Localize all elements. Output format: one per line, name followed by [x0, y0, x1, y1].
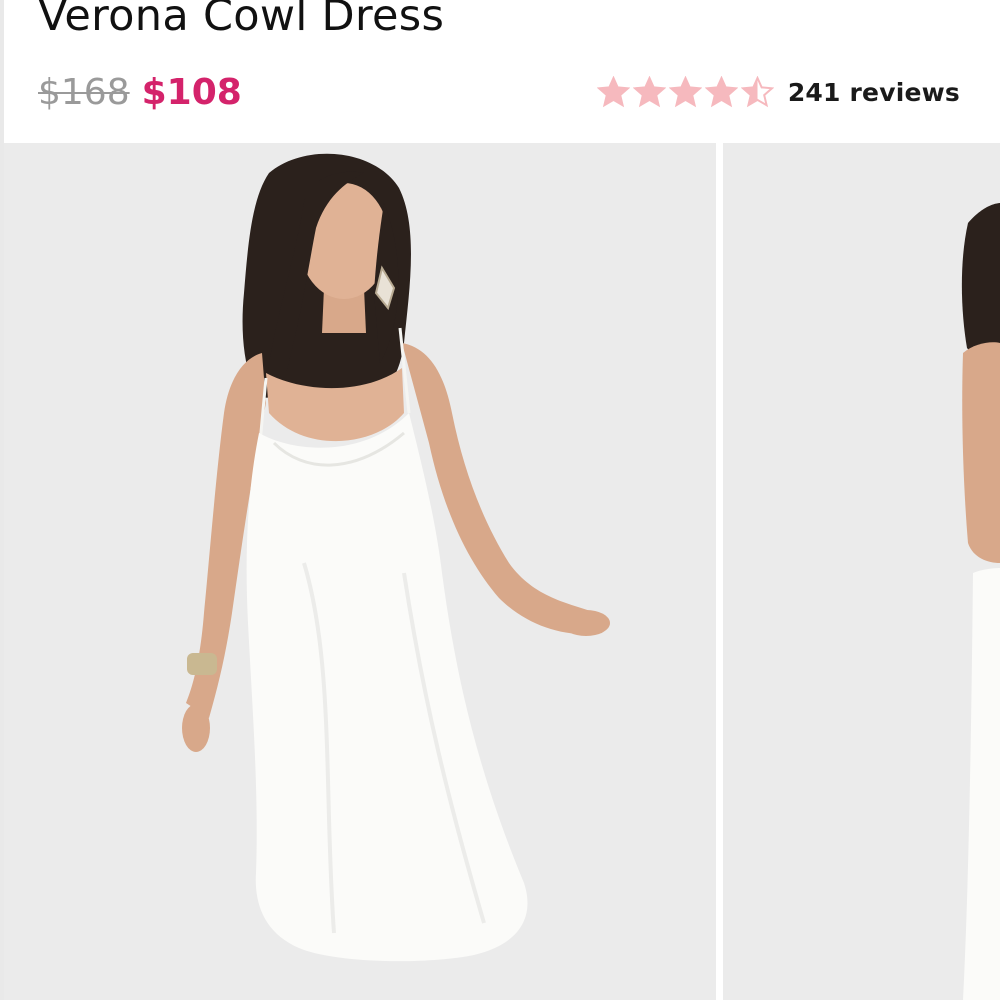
- product-header: Verona Cowl Dress $168 $108 241 reviews: [0, 0, 1000, 143]
- model-side-photo: [723, 143, 1000, 1000]
- product-image-gallery[interactable]: [4, 143, 1000, 1000]
- model-front-photo: [4, 143, 716, 1000]
- product-image-next[interactable]: [723, 143, 1000, 1000]
- reviews-link[interactable]: 241 reviews: [788, 78, 960, 107]
- rating-summary[interactable]: 241 reviews: [596, 72, 960, 112]
- product-title: Verona Cowl Dress: [38, 0, 445, 41]
- star-rating[interactable]: [596, 76, 774, 108]
- product-page: Verona Cowl Dress $168 $108 241 reviews: [0, 0, 1000, 1000]
- star-icon: [596, 76, 630, 108]
- price-block: $168 $108: [38, 68, 242, 116]
- original-price: $168: [38, 71, 130, 113]
- sale-price: $108: [141, 71, 242, 113]
- star-icon: [704, 76, 738, 108]
- star-icon: [668, 76, 702, 108]
- product-image-main[interactable]: [4, 143, 716, 1000]
- star-icon: [740, 76, 774, 108]
- star-icon: [632, 76, 666, 108]
